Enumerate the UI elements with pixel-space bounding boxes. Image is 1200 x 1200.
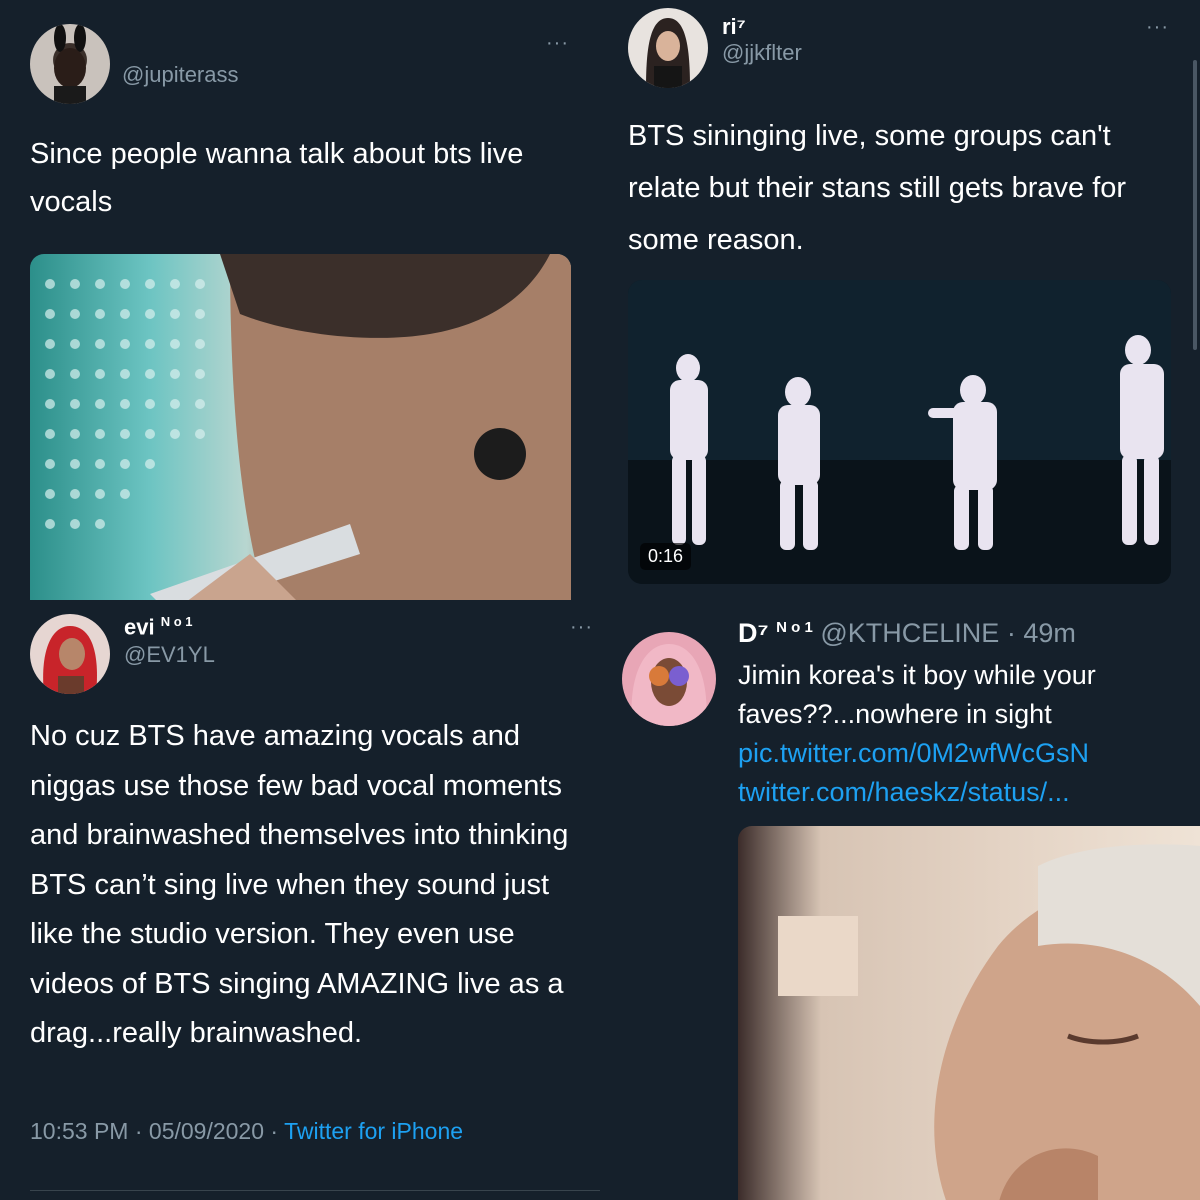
avatar[interactable] (628, 8, 708, 88)
divider (30, 1190, 600, 1191)
tweet-video[interactable]: 0:16 (628, 280, 1171, 584)
tweet-header: D⁷ N o 1 @KTHCELINE · 49m (738, 618, 1076, 649)
avatar[interactable] (30, 24, 110, 104)
meta-separator: · (1006, 618, 1016, 648)
tweet-panel-ev1yl: evi N o 1 @EV1YL ··· No cuz BTS have ama… (0, 600, 600, 1200)
name-badge: N o 1 (776, 619, 813, 636)
author-name-text: evi (124, 614, 155, 640)
video-duration-badge: 0:16 (640, 543, 692, 570)
avatar[interactable] (30, 614, 110, 694)
face-closeup-graphic (778, 844, 1200, 1200)
tweet-metadata: 10:53 PM · 05/09/2020 · Twitter for iPho… (30, 1118, 463, 1145)
tweet-time: 10:53 PM (30, 1118, 129, 1144)
stage-performance-graphic (628, 280, 1171, 584)
tweet-handle[interactable]: @jjkflter (722, 40, 802, 66)
author-name-text: D⁷ (738, 618, 769, 648)
tweet-panel-jjkflter: ri⁷ @jjkflter ··· BTS sininging live, so… (600, 0, 1200, 600)
tweet-text: Jimin korea's it boy while your faves??.… (738, 660, 1096, 729)
tweet-handle[interactable]: @KTHCELINE (820, 618, 999, 648)
tweet-author-name[interactable]: ri⁷ (722, 14, 746, 40)
avatar-portrait-icon (43, 626, 97, 694)
tweet-media-image[interactable] (30, 254, 571, 600)
tweet-author-name[interactable]: D⁷ N o 1 (738, 618, 820, 648)
tweet-panel-jupiterass: @jupiterass ··· Since people wanna talk … (0, 0, 600, 600)
meta-separator: · (270, 1118, 279, 1144)
tweet-date: 05/09/2020 (148, 1118, 265, 1144)
avatar-portrait-icon (646, 18, 690, 88)
avatar[interactable] (622, 632, 716, 726)
tweet-text: No cuz BTS have amazing vocals and nigga… (30, 720, 569, 1049)
tweet-age: 49m (1023, 618, 1076, 648)
tweet-author-name[interactable]: evi N o 1 (124, 614, 193, 640)
tweet-handle[interactable]: @jupiterass (122, 62, 239, 88)
more-options-icon[interactable]: ··· (570, 617, 593, 637)
tweet-source-link[interactable]: Twitter for iPhone (284, 1118, 463, 1144)
name-badge: N o 1 (160, 614, 193, 629)
more-options-icon[interactable]: ··· (1146, 17, 1169, 37)
tweet-panel-kthceline: D⁷ N o 1 @KTHCELINE · 49m Jimin korea's … (600, 600, 1200, 1200)
more-options-icon[interactable]: ··· (546, 33, 569, 53)
tweet-text-block: Jimin korea's it boy while your faves??.… (738, 656, 1178, 812)
tweet-link-status[interactable]: twitter.com/haeskz/status/... (738, 773, 1178, 812)
tweet-handle[interactable]: @EV1YL (124, 642, 215, 668)
scrollbar[interactable] (1193, 60, 1197, 350)
tweet-text: BTS sininging live, some groups can't re… (628, 120, 1127, 256)
avatar-sunglasses-icon (631, 644, 707, 726)
meta-separator: · (134, 1118, 143, 1144)
tweet-link-pic[interactable]: pic.twitter.com/0M2wfWcGsN (738, 734, 1178, 773)
avatar-bunny-ears-icon (54, 24, 86, 104)
tweet-text: Since people wanna talk about bts live v… (30, 138, 524, 218)
singer-closeup-graphic (45, 254, 571, 600)
tweet-media-image[interactable] (738, 826, 1200, 1200)
